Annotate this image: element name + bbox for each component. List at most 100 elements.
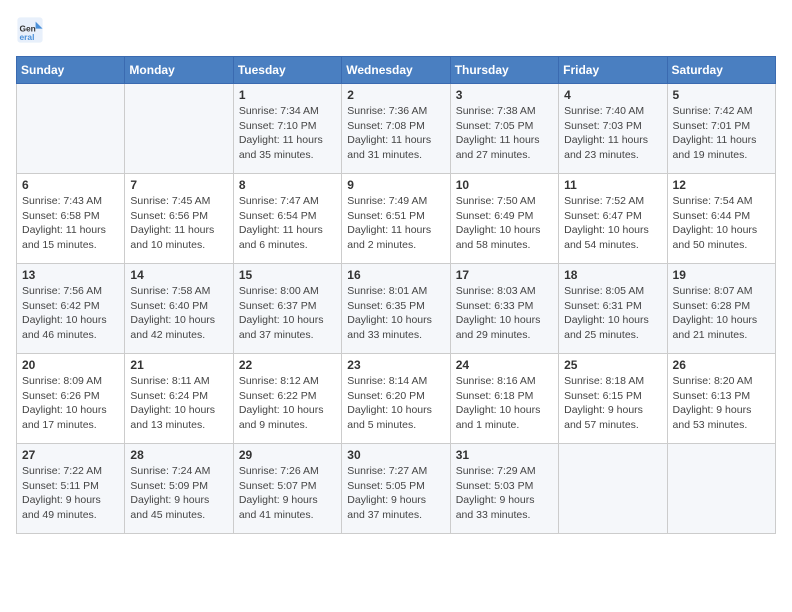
weekday-header-row: SundayMondayTuesdayWednesdayThursdayFrid… <box>17 57 776 84</box>
day-info: Sunrise: 7:36 AMSunset: 7:08 PMDaylight:… <box>347 104 444 163</box>
day-info: Sunrise: 7:47 AMSunset: 6:54 PMDaylight:… <box>239 194 336 253</box>
day-info: Sunrise: 7:24 AMSunset: 5:09 PMDaylight:… <box>130 464 227 523</box>
calendar-header: SundayMondayTuesdayWednesdayThursdayFrid… <box>17 57 776 84</box>
day-number: 23 <box>347 358 444 372</box>
day-number: 24 <box>456 358 553 372</box>
calendar-cell <box>559 444 667 534</box>
calendar-cell: 18 Sunrise: 8:05 AMSunset: 6:31 PMDayligh… <box>559 264 667 354</box>
day-info: Sunrise: 7:42 AMSunset: 7:01 PMDaylight:… <box>673 104 770 163</box>
calendar-cell: 15 Sunrise: 8:00 AMSunset: 6:37 PMDayligh… <box>233 264 341 354</box>
weekday-header: Friday <box>559 57 667 84</box>
calendar-cell: 5 Sunrise: 7:42 AMSunset: 7:01 PMDaylight… <box>667 84 775 174</box>
calendar-cell: 22 Sunrise: 8:12 AMSunset: 6:22 PMDayligh… <box>233 354 341 444</box>
day-number: 2 <box>347 88 444 102</box>
calendar-cell: 2 Sunrise: 7:36 AMSunset: 7:08 PMDaylight… <box>342 84 450 174</box>
day-number: 29 <box>239 448 336 462</box>
day-number: 19 <box>673 268 770 282</box>
day-number: 18 <box>564 268 661 282</box>
calendar-body: 1Sunrise: 7:34 AMSunset: 7:10 PMDaylight… <box>17 84 776 534</box>
day-info: Sunrise: 7:22 AMSunset: 5:11 PMDaylight:… <box>22 464 119 523</box>
day-info: Sunrise: 7:52 AMSunset: 6:47 PMDaylight:… <box>564 194 661 253</box>
day-number: 5 <box>673 88 770 102</box>
calendar-cell <box>125 84 233 174</box>
weekday-header: Thursday <box>450 57 558 84</box>
day-info: Sunrise: 7:50 AMSunset: 6:49 PMDaylight:… <box>456 194 553 253</box>
calendar-week-row: 13 Sunrise: 7:56 AMSunset: 6:42 PMDayligh… <box>17 264 776 354</box>
day-info: Sunrise: 8:07 AMSunset: 6:28 PMDaylight:… <box>673 284 770 343</box>
day-number: 16 <box>347 268 444 282</box>
day-number: 22 <box>239 358 336 372</box>
calendar-cell: 12Sunrise: 7:54 AMSunset: 6:44 PMDayligh… <box>667 174 775 264</box>
day-number: 27 <box>22 448 119 462</box>
day-info: Sunrise: 7:58 AMSunset: 6:40 PMDaylight:… <box>130 284 227 343</box>
day-number: 30 <box>347 448 444 462</box>
day-number: 6 <box>22 178 119 192</box>
day-info: Sunrise: 7:34 AMSunset: 7:10 PMDaylight:… <box>239 104 336 163</box>
day-number: 9 <box>347 178 444 192</box>
calendar-cell: 1Sunrise: 7:34 AMSunset: 7:10 PMDaylight… <box>233 84 341 174</box>
day-number: 21 <box>130 358 227 372</box>
day-number: 13 <box>22 268 119 282</box>
calendar-cell: 21 Sunrise: 8:11 AMSunset: 6:24 PMDayligh… <box>125 354 233 444</box>
day-number: 31 <box>456 448 553 462</box>
calendar-cell: 17Sunrise: 8:03 AMSunset: 6:33 PMDayligh… <box>450 264 558 354</box>
day-number: 26 <box>673 358 770 372</box>
calendar-cell: 24 Sunrise: 8:16 AMSunset: 6:18 PMDayligh… <box>450 354 558 444</box>
day-info: Sunrise: 7:26 AMSunset: 5:07 PMDaylight:… <box>239 464 336 523</box>
day-info: Sunrise: 7:54 AMSunset: 6:44 PMDaylight:… <box>673 194 770 253</box>
day-number: 4 <box>564 88 661 102</box>
calendar-cell: 13 Sunrise: 7:56 AMSunset: 6:42 PMDayligh… <box>17 264 125 354</box>
calendar-cell: 19 Sunrise: 8:07 AMSunset: 6:28 PMDayligh… <box>667 264 775 354</box>
calendar-cell: 29 Sunrise: 7:26 AMSunset: 5:07 PMDayligh… <box>233 444 341 534</box>
day-info: Sunrise: 7:38 AMSunset: 7:05 PMDaylight:… <box>456 104 553 163</box>
calendar-week-row: 6Sunrise: 7:43 AMSunset: 6:58 PMDaylight… <box>17 174 776 264</box>
day-number: 20 <box>22 358 119 372</box>
day-number: 8 <box>239 178 336 192</box>
day-info: Sunrise: 8:16 AMSunset: 6:18 PMDaylight:… <box>456 374 553 433</box>
day-info: Sunrise: 8:09 AMSunset: 6:26 PMDaylight:… <box>22 374 119 433</box>
calendar-cell: 25 Sunrise: 8:18 AMSunset: 6:15 PMDayligh… <box>559 354 667 444</box>
calendar-cell: 31 Sunrise: 7:29 AMSunset: 5:03 PMDayligh… <box>450 444 558 534</box>
day-info: Sunrise: 8:14 AMSunset: 6:20 PMDaylight:… <box>347 374 444 433</box>
day-number: 7 <box>130 178 227 192</box>
day-number: 10 <box>456 178 553 192</box>
calendar-cell <box>667 444 775 534</box>
day-number: 14 <box>130 268 227 282</box>
calendar-cell: 26 Sunrise: 8:20 AMSunset: 6:13 PMDayligh… <box>667 354 775 444</box>
day-info: Sunrise: 8:00 AMSunset: 6:37 PMDaylight:… <box>239 284 336 343</box>
day-info: Sunrise: 7:45 AMSunset: 6:56 PMDaylight:… <box>130 194 227 253</box>
calendar-week-row: 1Sunrise: 7:34 AMSunset: 7:10 PMDaylight… <box>17 84 776 174</box>
day-number: 3 <box>456 88 553 102</box>
calendar-cell: 27 Sunrise: 7:22 AMSunset: 5:11 PMDayligh… <box>17 444 125 534</box>
calendar-cell: 20 Sunrise: 8:09 AMSunset: 6:26 PMDayligh… <box>17 354 125 444</box>
day-info: Sunrise: 8:12 AMSunset: 6:22 PMDaylight:… <box>239 374 336 433</box>
day-info: Sunrise: 7:40 AMSunset: 7:03 PMDaylight:… <box>564 104 661 163</box>
day-info: Sunrise: 7:56 AMSunset: 6:42 PMDaylight:… <box>22 284 119 343</box>
day-number: 11 <box>564 178 661 192</box>
page-header: Gen eral <box>16 16 776 44</box>
day-info: Sunrise: 7:27 AMSunset: 5:05 PMDaylight:… <box>347 464 444 523</box>
day-info: Sunrise: 8:20 AMSunset: 6:13 PMDaylight:… <box>673 374 770 433</box>
calendar-week-row: 20 Sunrise: 8:09 AMSunset: 6:26 PMDayligh… <box>17 354 776 444</box>
day-number: 15 <box>239 268 336 282</box>
calendar-cell: 4 Sunrise: 7:40 AMSunset: 7:03 PMDaylight… <box>559 84 667 174</box>
day-info: Sunrise: 8:11 AMSunset: 6:24 PMDaylight:… <box>130 374 227 433</box>
calendar-cell: 30 Sunrise: 7:27 AMSunset: 5:05 PMDayligh… <box>342 444 450 534</box>
calendar-cell: 9Sunrise: 7:49 AMSunset: 6:51 PMDaylight… <box>342 174 450 264</box>
weekday-header: Tuesday <box>233 57 341 84</box>
calendar-cell: 16Sunrise: 8:01 AMSunset: 6:35 PMDayligh… <box>342 264 450 354</box>
calendar-cell: 7 Sunrise: 7:45 AMSunset: 6:56 PMDaylight… <box>125 174 233 264</box>
svg-text:eral: eral <box>20 32 35 42</box>
calendar-cell: 3 Sunrise: 7:38 AMSunset: 7:05 PMDaylight… <box>450 84 558 174</box>
day-info: Sunrise: 8:18 AMSunset: 6:15 PMDaylight:… <box>564 374 661 433</box>
calendar-week-row: 27 Sunrise: 7:22 AMSunset: 5:11 PMDayligh… <box>17 444 776 534</box>
day-number: 17 <box>456 268 553 282</box>
day-info: Sunrise: 7:29 AMSunset: 5:03 PMDaylight:… <box>456 464 553 523</box>
weekday-header: Monday <box>125 57 233 84</box>
weekday-header: Sunday <box>17 57 125 84</box>
day-number: 28 <box>130 448 227 462</box>
day-info: Sunrise: 8:05 AMSunset: 6:31 PMDaylight:… <box>564 284 661 343</box>
logo: Gen eral <box>16 16 48 44</box>
weekday-header: Wednesday <box>342 57 450 84</box>
day-number: 25 <box>564 358 661 372</box>
